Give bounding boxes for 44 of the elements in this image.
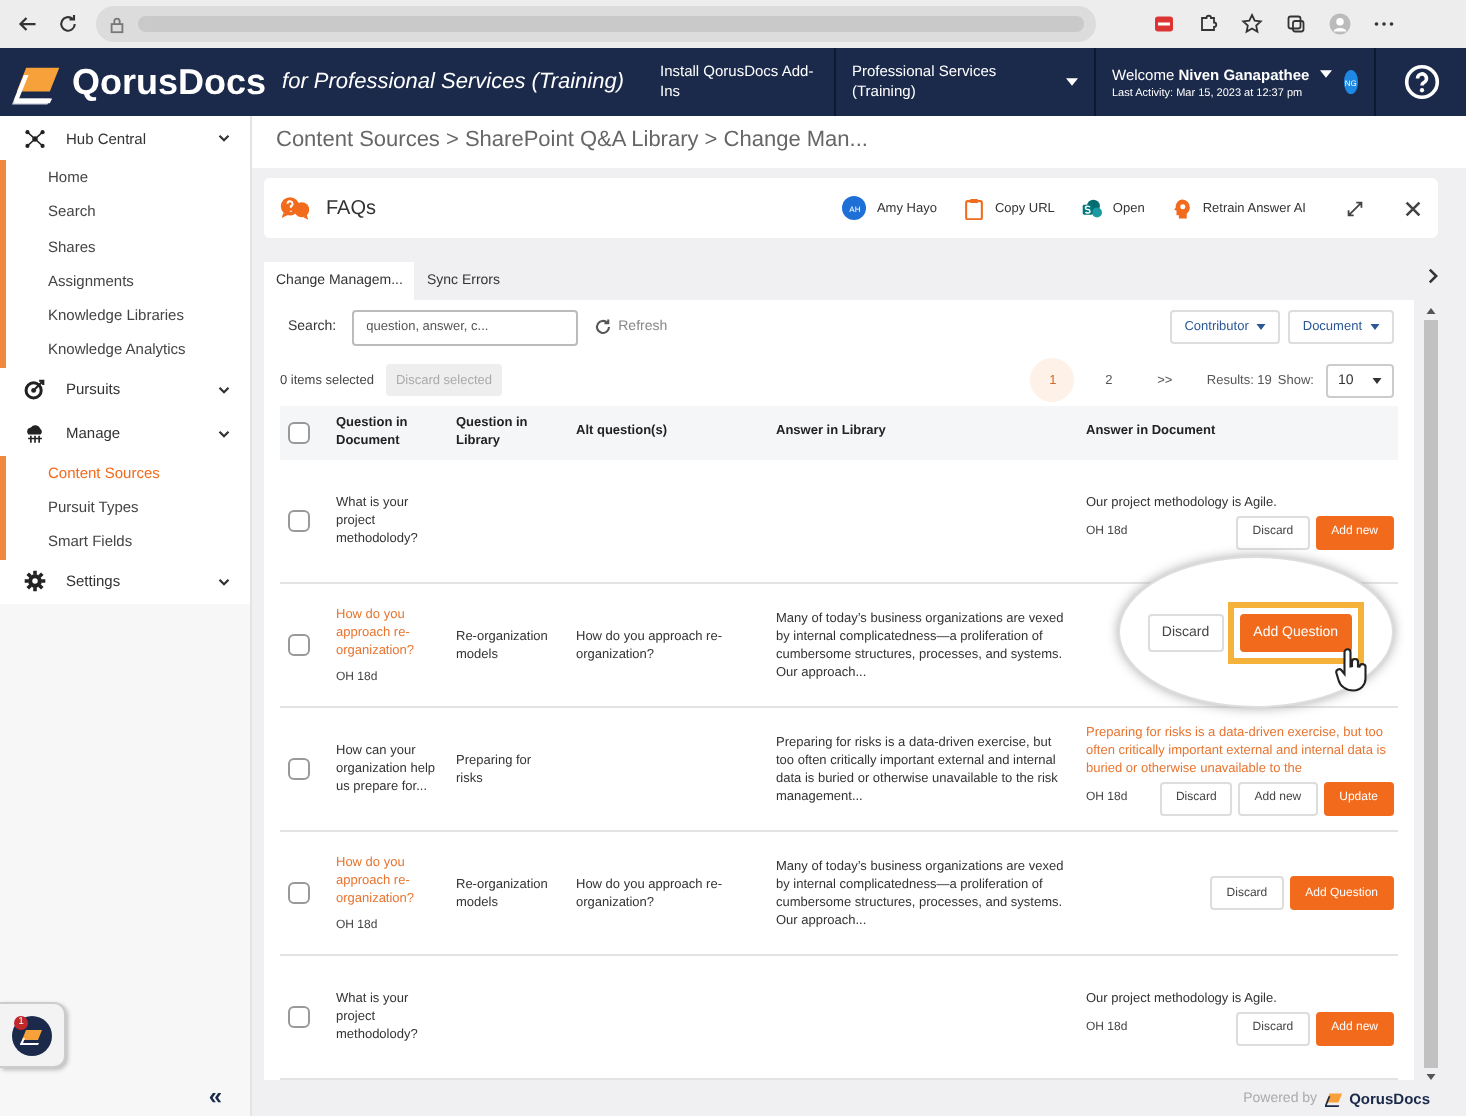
panel-title: FAQs (326, 197, 377, 219)
chat-bubbles-icon (280, 196, 310, 220)
checkbox[interactable] (288, 422, 310, 444)
logo-icon (1323, 1089, 1344, 1107)
collections-icon[interactable] (1284, 12, 1308, 36)
caret-icon (1372, 377, 1382, 384)
extension-icon[interactable] (1152, 12, 1176, 36)
favorites-icon[interactable] (1240, 12, 1264, 36)
scroll-up-icon[interactable] (1425, 308, 1435, 314)
clipboard-icon (964, 197, 985, 219)
brand-tagline: for Professional Services (Training) (282, 70, 624, 94)
caret-icon (1256, 324, 1267, 331)
app-icon (12, 1015, 52, 1055)
collapse-button[interactable]: « (208, 1084, 222, 1108)
help-icon[interactable] (1403, 64, 1439, 100)
brand-name: QorusDocs (72, 61, 267, 103)
caret-icon (1066, 78, 1078, 86)
settings-icon (24, 570, 46, 593)
head-icon (1172, 197, 1193, 219)
reload-icon[interactable] (56, 12, 80, 36)
checkbox[interactable] (288, 634, 310, 656)
back-icon[interactable] (16, 12, 40, 36)
scroll-down-icon[interactable] (1425, 1074, 1435, 1080)
close-icon[interactable] (1404, 199, 1422, 217)
checkbox[interactable] (288, 758, 310, 780)
checkbox[interactable] (288, 1006, 310, 1028)
checkbox[interactable] (288, 510, 310, 532)
sharepoint-icon (1082, 197, 1103, 219)
breadcrumb: Content Sources > SharePoint Q&A Library > Change Man... (252, 116, 1466, 168)
chevron-icon (218, 429, 230, 438)
refresh-icon (594, 318, 613, 337)
chevron-icon (218, 577, 230, 586)
expand-icon[interactable] (1346, 199, 1364, 217)
caret-icon (1370, 324, 1380, 331)
puzzle-icon[interactable] (1196, 12, 1220, 36)
network-icon (24, 127, 46, 149)
target-icon (24, 378, 46, 401)
chevron-icon (218, 134, 230, 142)
chevron-right-icon[interactable] (1428, 268, 1438, 284)
checkbox[interactable] (288, 882, 310, 904)
caret-icon[interactable] (1319, 70, 1332, 78)
scroll-thumb[interactable] (1423, 320, 1437, 1068)
chevron-icon (218, 385, 230, 394)
cloud-icon (24, 422, 46, 445)
